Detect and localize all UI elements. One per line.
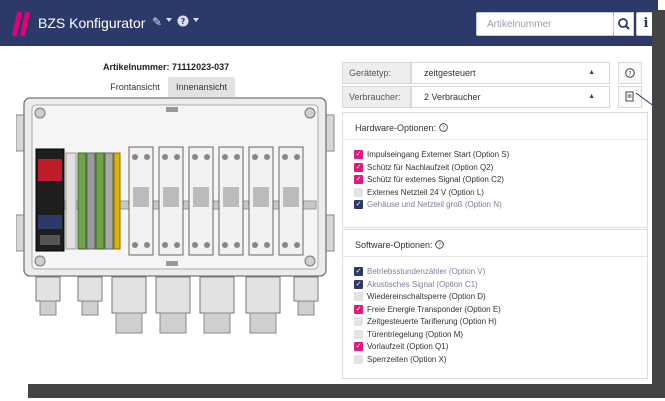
cabinet-illustration [16, 97, 335, 334]
svg-text:?: ? [628, 70, 631, 77]
hardware-options-title: Hardware-Optionen: ? [355, 123, 448, 133]
svg-text:?: ? [438, 243, 441, 249]
app-logo[interactable] [12, 12, 34, 36]
option-label: Sperrzeiten (Option X) [367, 354, 447, 364]
checkbox[interactable] [354, 187, 363, 197]
checkbox[interactable]: ✓ [354, 267, 363, 276]
checkbox[interactable]: ✓ [354, 342, 363, 351]
help-geraetetyp-button[interactable]: ? [618, 62, 642, 84]
software-options-title-text: Software-Optionen: [355, 240, 433, 250]
select-geraetetyp-value: zeitgesteuert [424, 68, 476, 78]
search-input[interactable] [476, 12, 614, 36]
option-label: Impulseingang Externer Start (Option S) [367, 150, 510, 159]
help-circle-icon[interactable]: ? [438, 123, 448, 132]
help-circle-icon: ? [625, 68, 635, 78]
option-label: Externes Netzteil 24 V (Option L) [367, 187, 484, 197]
checkbox[interactable]: ✓ [354, 175, 363, 184]
info-icon: i [643, 16, 649, 31]
checkbox[interactable]: ✓ [354, 162, 363, 172]
hardware-options-title-text: Hardware-Optionen: [355, 123, 437, 133]
checkbox[interactable] [354, 292, 363, 301]
option-label: Türentriegelung (Option M) [367, 329, 464, 339]
article-value: 71112023-037 [172, 62, 230, 72]
select-verbraucher[interactable]: 2 Verbraucher ▲ [411, 86, 610, 108]
checkbox[interactable]: ✓ [354, 200, 363, 209]
sort-arrows-icon: ▲ [588, 69, 595, 76]
option-label: Betriebsstundenzähler (Option V) [367, 267, 486, 276]
tab-innenansicht[interactable]: Innenansicht [168, 77, 235, 97]
checkbox[interactable]: ✓ [354, 279, 363, 289]
tab-frontansicht[interactable]: Frontansicht [104, 77, 166, 97]
option-label: Zeitgesteuerte Tarifierung (Option H) [367, 317, 497, 326]
document-icon [625, 91, 634, 102]
search-icon [618, 18, 630, 30]
software-options-title: Software-Optionen: ? [355, 240, 444, 250]
hardware-options-card: Hardware-Optionen: ? ✓ Impulseingang Exte… [342, 112, 648, 228]
option-label: Gehäuse und Netzteil groß (Option N) [367, 200, 502, 209]
navbar: BZS Konfigurator ✎ ? i [0, 0, 658, 46]
article-label: Artikelnummer: [103, 62, 170, 72]
select-geraetetyp[interactable]: zeitgesteuert ▲ [411, 62, 610, 84]
help-circle-icon[interactable]: ? [177, 15, 189, 30]
option-label: Schütz für externes Signal (Option C2) [367, 175, 504, 184]
checkbox[interactable]: ✓ [354, 304, 363, 314]
search-button[interactable] [614, 12, 634, 36]
app-title[interactable]: BZS Konfigurator [38, 14, 145, 32]
option-label: Wiedereinschaltsperre (Option D) [367, 292, 486, 301]
svg-text:?: ? [181, 17, 186, 26]
divider [343, 256, 647, 257]
divider [343, 139, 647, 140]
article-number: Artikelnummer: 71112023-037 [103, 62, 229, 72]
option-label: Freie Energie Transponder (Option E) [367, 304, 501, 314]
option-label: Vorlaufzeit (Option Q1) [367, 342, 449, 351]
edit-icon[interactable]: ✎ [152, 15, 162, 29]
checkbox[interactable] [354, 317, 363, 326]
label-verbraucher: Verbraucher: [342, 86, 411, 108]
label-geraetetyp: Gerätetyp: [342, 62, 411, 84]
option-label: Schütz für Nachlaufzeit (Option Q2) [367, 162, 494, 172]
svg-text:?: ? [442, 126, 445, 132]
software-options-card: Software-Optionen: ? ✓ Betriebsstundenzäh… [342, 229, 648, 379]
checkbox[interactable] [354, 329, 363, 339]
help-circle-icon[interactable]: ? [435, 240, 444, 249]
chevron-down-icon[interactable] [193, 18, 199, 22]
frame-shadow-bottom [28, 384, 665, 398]
checkbox[interactable] [354, 354, 363, 364]
sort-arrows-icon: ▲ [588, 93, 595, 100]
checkbox[interactable]: ✓ [354, 150, 363, 159]
select-verbraucher-value: 2 Verbraucher [424, 92, 481, 102]
chevron-down-icon[interactable] [166, 18, 172, 22]
option-label: Akustisches Signal (Option C1) [367, 279, 478, 289]
frame-shadow-right [652, 10, 665, 394]
